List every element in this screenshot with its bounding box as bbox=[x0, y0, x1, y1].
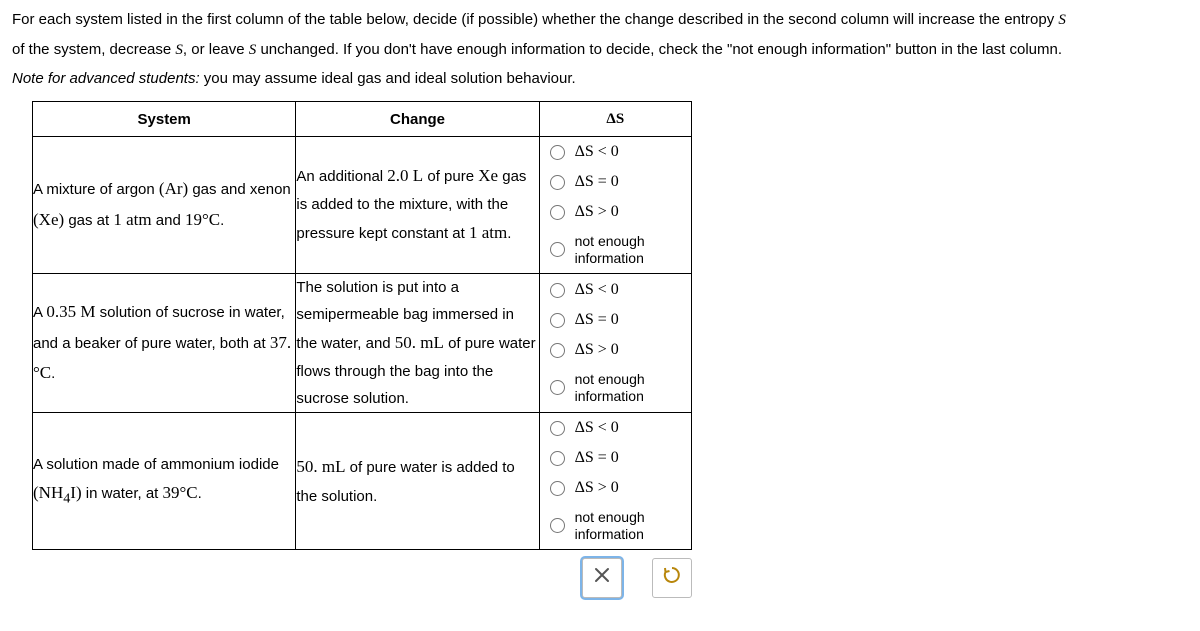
radio-ds-lt[interactable] bbox=[550, 421, 565, 436]
radio-nei[interactable] bbox=[550, 242, 565, 257]
radio-ds-eq[interactable] bbox=[550, 451, 565, 466]
answer-cell: ΔS < 0 ΔS = 0 ΔS > 0 not enoughinformati… bbox=[539, 137, 691, 274]
radio-ds-lt[interactable] bbox=[550, 145, 565, 160]
intro-text: For each system listed in the first colu… bbox=[12, 11, 1058, 28]
table-row: A mixture of argon (Ar) gas and xenon (X… bbox=[33, 137, 692, 274]
intro-text: unchanged. If you don't have enough info… bbox=[256, 41, 1062, 58]
question-table: System Change ΔS A mixture of argon (Ar)… bbox=[32, 101, 692, 550]
note-rest: you may assume ideal gas and ideal solut… bbox=[200, 70, 576, 87]
header-change: Change bbox=[296, 102, 539, 137]
option-label: not enoughinformation bbox=[575, 233, 645, 267]
option-label: ΔS = 0 bbox=[575, 449, 619, 467]
close-icon bbox=[594, 566, 610, 589]
radio-ds-gt[interactable] bbox=[550, 481, 565, 496]
entropy-symbol: S bbox=[1058, 12, 1066, 28]
entropy-symbol: S bbox=[175, 42, 183, 58]
option-label: ΔS > 0 bbox=[575, 203, 619, 221]
option-label: ΔS > 0 bbox=[575, 341, 619, 359]
radio-ds-eq[interactable] bbox=[550, 175, 565, 190]
option-label: ΔS < 0 bbox=[575, 281, 619, 299]
radio-nei[interactable] bbox=[550, 380, 565, 395]
radio-ds-gt[interactable] bbox=[550, 343, 565, 358]
close-button[interactable] bbox=[582, 558, 622, 598]
option-label: ΔS = 0 bbox=[575, 173, 619, 191]
undo-icon bbox=[662, 565, 682, 591]
option-label: ΔS < 0 bbox=[575, 143, 619, 161]
option-label: ΔS > 0 bbox=[575, 479, 619, 497]
change-cell: An additional 2.0 L of pure Xe gas is ad… bbox=[296, 137, 539, 274]
note: Note for advanced students: you may assu… bbox=[12, 70, 1188, 87]
option-label: ΔS = 0 bbox=[575, 311, 619, 329]
answer-cell: ΔS < 0 ΔS = 0 ΔS > 0 not enoughinformati… bbox=[539, 273, 691, 413]
system-cell: A solution made of ammonium iodide (NH4I… bbox=[33, 413, 296, 550]
intro-text: , or leave bbox=[183, 41, 249, 58]
answer-cell: ΔS < 0 ΔS = 0 ΔS > 0 not enoughinformati… bbox=[539, 413, 691, 550]
intro-text: of the system, decrease bbox=[12, 41, 175, 58]
note-prefix: Note for advanced students: bbox=[12, 70, 200, 87]
instructions: For each system listed in the first colu… bbox=[12, 8, 1188, 62]
reset-button[interactable] bbox=[652, 558, 692, 598]
header-deltaS: ΔS bbox=[539, 102, 691, 137]
table-row: A solution made of ammonium iodide (NH4I… bbox=[33, 413, 692, 550]
option-label: ΔS < 0 bbox=[575, 419, 619, 437]
system-cell: A mixture of argon (Ar) gas and xenon (X… bbox=[33, 137, 296, 274]
change-cell: 50. mL of pure water is added to the sol… bbox=[296, 413, 539, 550]
option-label: not enoughinformation bbox=[575, 371, 645, 405]
radio-ds-gt[interactable] bbox=[550, 205, 565, 220]
system-cell: A 0.35 M solution of sucrose in water, a… bbox=[33, 273, 296, 413]
table-row: A 0.35 M solution of sucrose in water, a… bbox=[33, 273, 692, 413]
radio-nei[interactable] bbox=[550, 518, 565, 533]
footer-buttons bbox=[32, 558, 752, 598]
radio-ds-eq[interactable] bbox=[550, 313, 565, 328]
option-label: not enoughinformation bbox=[575, 509, 645, 543]
change-cell: The solution is put into a semipermeable… bbox=[296, 273, 539, 413]
header-system: System bbox=[33, 102, 296, 137]
radio-ds-lt[interactable] bbox=[550, 283, 565, 298]
